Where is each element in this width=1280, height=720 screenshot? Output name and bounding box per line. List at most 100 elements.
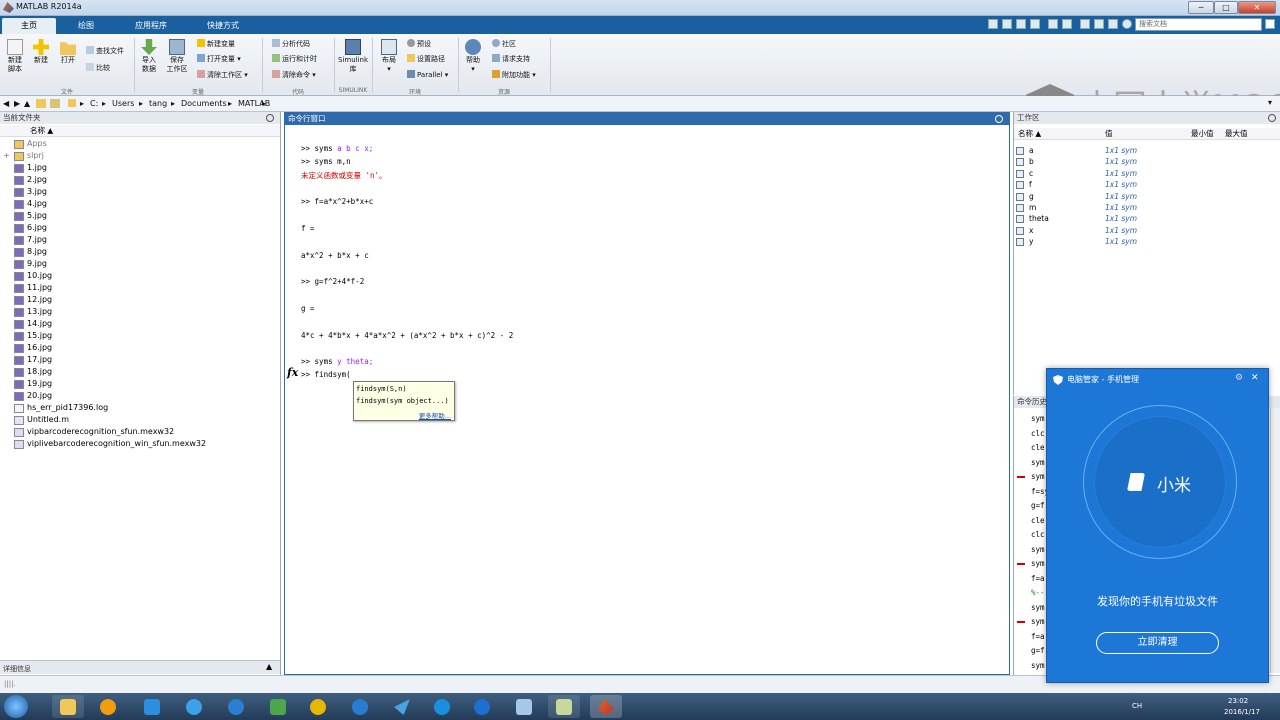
find-files-button[interactable]: 查找文件 [86,46,124,56]
file-item[interactable]: 5.jpg [0,210,280,222]
history-entry[interactable]: g=f [1031,501,1045,510]
history-entry[interactable]: sym [1031,458,1045,467]
settings-gear-icon[interactable]: ⚙ [1235,373,1243,383]
save-workspace-button[interactable]: 保存 工作区 [164,39,190,74]
language-indicator[interactable]: CH [1132,702,1142,710]
clock-time[interactable]: 23:02 [1228,697,1248,705]
history-entry[interactable]: sym [1031,414,1045,423]
quick-switch-icon[interactable] [1080,19,1090,29]
taskbar-media[interactable] [92,695,124,718]
history-entry[interactable]: clc [1031,429,1045,438]
file-item[interactable]: viplivebarcoderecognition_win_sfun.mexw3… [0,438,280,450]
history-entry[interactable]: sym [1031,472,1045,481]
help-button[interactable]: 帮助 ▾ [462,39,484,74]
workspace-variable-row[interactable]: g 1x1 sym [1016,191,1266,202]
file-item[interactable]: 19.jpg [0,378,280,390]
history-entry[interactable]: %-- [1031,588,1045,597]
file-item[interactable]: 16.jpg [0,342,280,354]
history-scrollbar[interactable] [1270,408,1280,673]
quick-cut-icon[interactable] [1002,19,1012,29]
new-button[interactable]: 新建 [30,39,52,65]
file-item[interactable]: 18.jpg [0,366,280,378]
file-item[interactable]: 15.jpg [0,330,280,342]
run-and-time-button[interactable]: 运行和计时 [272,54,317,64]
panel-menu-icon[interactable] [995,115,1003,123]
file-item[interactable]: Untitled.m [0,414,280,426]
workspace-variable-row[interactable]: m 1x1 sym [1016,202,1266,213]
command-window[interactable]: 命令行窗口 >> syms a b c x; >> syms m,n 未定义函数或变… [284,112,1010,675]
file-item[interactable]: 20.jpg [0,390,280,402]
import-data-button[interactable]: 导入 数据 [138,39,160,74]
file-item[interactable]: 12.jpg [0,294,280,306]
history-entry[interactable]: sym [1031,603,1045,612]
chevron-up-icon[interactable]: ▲ [266,662,272,671]
preferences-button[interactable]: 预设 [407,39,431,49]
history-entry[interactable]: f=a [1031,574,1045,583]
simulink-library-button[interactable]: Simulink 库 [337,39,369,74]
tab-apps[interactable]: 应用程序 [116,18,186,34]
history-entry[interactable]: sym [1031,559,1045,568]
file-item[interactable]: 9.jpg [0,258,280,270]
analyze-code-button[interactable]: 分析代码 [272,39,310,49]
file-item[interactable]: 4.jpg [0,198,280,210]
taskbar-cloud[interactable] [426,695,458,718]
addons-button[interactable]: 附加功能 ▾ [492,70,536,80]
taskbar-browser[interactable] [302,695,334,718]
workspace-variable-row[interactable]: x 1x1 sym [1016,225,1266,236]
history-entry[interactable]: clc [1031,530,1045,539]
function-browser-fx-icon[interactable]: fx [287,366,298,379]
browse-folder-icon[interactable] [36,99,46,108]
more-help-link[interactable]: 更多帮助... [419,410,451,420]
request-support-button[interactable]: 请求支持 [492,54,530,64]
ws-col-value[interactable]: 值 [1105,128,1113,140]
ws-col-name[interactable]: 名称 ▲ [1018,128,1041,140]
up-folder-icon[interactable]: ▲ [24,99,30,108]
workspace-variable-row[interactable]: theta 1x1 sym [1016,213,1266,224]
file-item[interactable]: 17.jpg [0,354,280,366]
clear-commands-button[interactable]: 清除命令 ▾ [272,70,316,80]
search-documentation-input[interactable]: 搜索文档 [1135,18,1262,31]
history-entry[interactable]: sym [1031,617,1045,626]
taskbar-app-plane[interactable] [386,695,418,718]
file-item[interactable]: Apps [0,138,280,150]
file-item[interactable]: 13.jpg [0,306,280,318]
history-entry[interactable]: g=f [1031,646,1045,655]
close-button[interactable]: ✕ [1238,1,1276,14]
taskbar-notes[interactable] [508,695,540,718]
path-tang[interactable]: tang [149,99,167,108]
file-item[interactable]: 10.jpg [0,270,280,282]
autocomplete-item[interactable]: findsym(S,n) [356,385,407,393]
back-arrow-icon[interactable]: ◀ [3,99,9,108]
help-question-icon[interactable] [1122,19,1132,29]
set-path-button[interactable]: 设置路径 [407,54,445,64]
open-button[interactable]: 打开 [57,39,79,65]
panel-menu-icon[interactable] [1268,114,1276,122]
history-entry[interactable]: sym [1031,545,1045,554]
file-item[interactable]: 2.jpg [0,174,280,186]
clear-workspace-button[interactable]: 清除工作区 ▾ [197,70,248,80]
history-entry[interactable]: cle [1031,443,1045,452]
tab-shortcuts[interactable]: 快捷方式 [188,18,258,34]
taskbar-app-blue[interactable] [466,695,498,718]
new-variable-button[interactable]: 新建变量 [197,39,235,49]
taskbar-ie[interactable] [178,695,210,718]
popup-close-icon[interactable]: ✕ [1251,373,1259,383]
file-item[interactable]: 11.jpg [0,282,280,294]
quick-layout-icon[interactable] [1094,19,1104,29]
compare-button[interactable]: 比较 [86,63,110,73]
quick-redo-icon[interactable] [1062,19,1072,29]
clean-now-button[interactable]: 立即清理 [1096,632,1219,654]
file-item[interactable]: 14.jpg [0,318,280,330]
quick-copy-icon[interactable] [1016,19,1026,29]
taskbar-matlab[interactable] [590,695,622,718]
ws-col-max[interactable]: 最大值 [1225,128,1248,140]
history-entry[interactable]: cle [1031,516,1045,525]
details-bar[interactable]: 详细信息 ▲ [0,660,280,674]
autocomplete-item[interactable]: findsym(sym object...) [356,397,449,405]
start-button-icon[interactable] [4,695,28,718]
file-item[interactable]: slprj + [0,150,280,162]
history-entry[interactable]: sym [1031,661,1045,670]
new-script-button[interactable]: 新建 脚本 [4,39,26,74]
path-dropdown-icon[interactable]: ▾ [1268,98,1272,107]
tab-home[interactable]: 主页 [2,18,56,34]
